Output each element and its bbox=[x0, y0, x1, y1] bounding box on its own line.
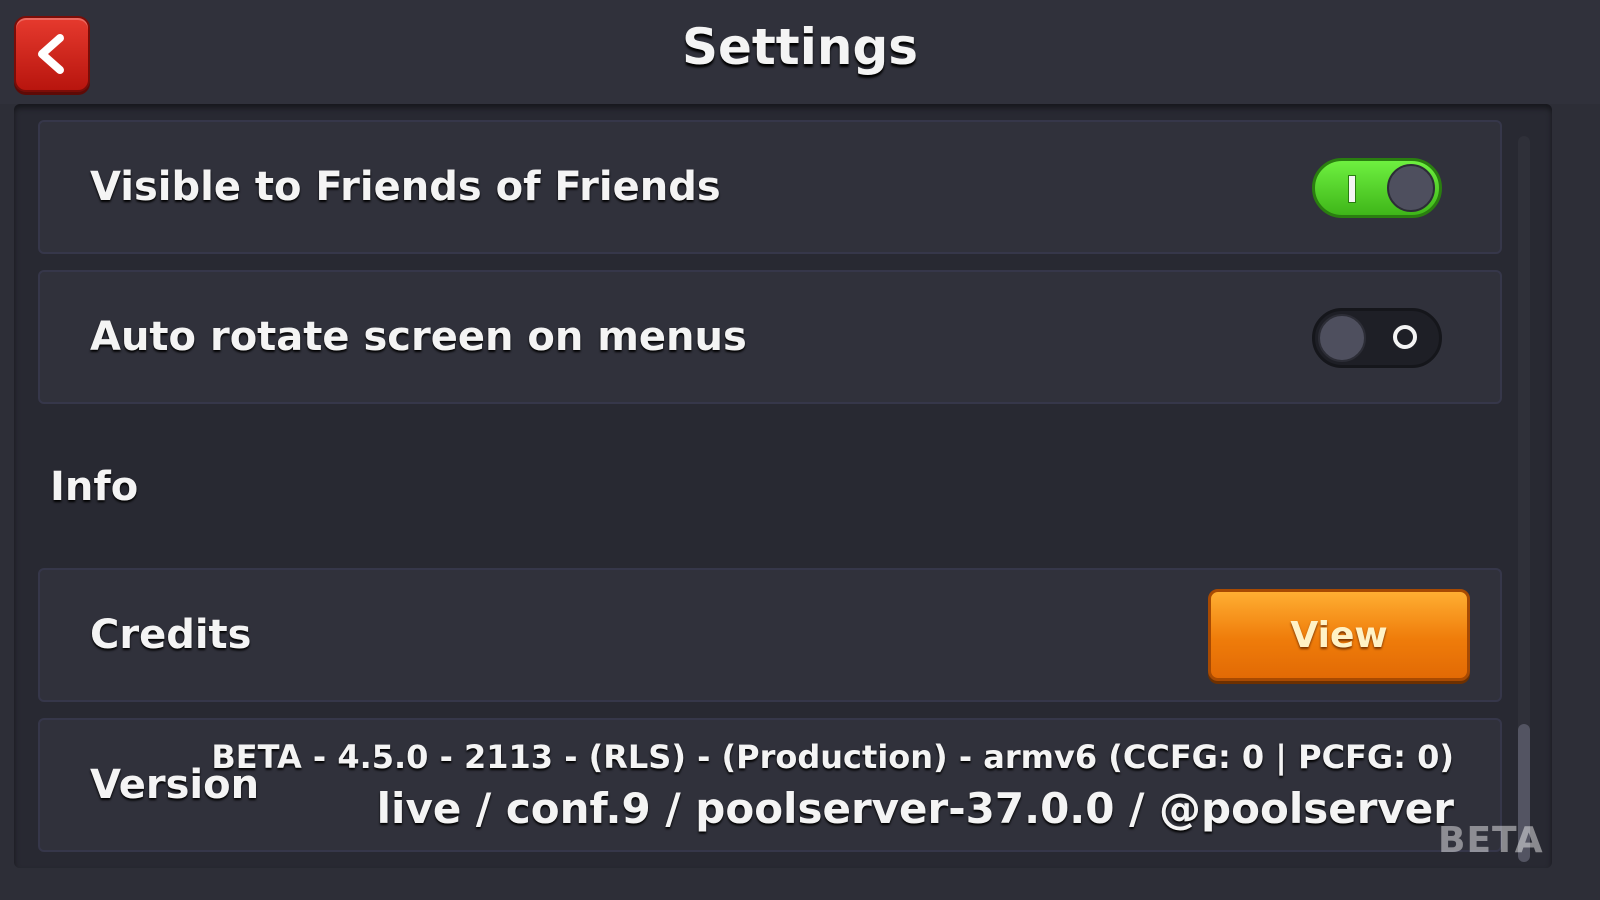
section-title-info: Info bbox=[50, 464, 139, 510]
setting-label-friends-of-friends: Visible to Friends of Friends bbox=[90, 164, 721, 210]
credits-view-button[interactable]: View bbox=[1208, 589, 1470, 681]
setting-row-auto-rotate: Auto rotate screen on menus bbox=[38, 270, 1502, 404]
version-server-info: live / conf.9 / poolserver-37.0.0 / @poo… bbox=[376, 784, 1454, 833]
header-bar: Settings bbox=[0, 0, 1600, 104]
page-title: Settings bbox=[681, 18, 918, 76]
beta-watermark: BETA bbox=[1438, 820, 1544, 861]
setting-row-friends-of-friends: Visible to Friends of Friends bbox=[38, 120, 1502, 254]
friends-of-friends-toggle[interactable] bbox=[1312, 158, 1442, 218]
setting-label-auto-rotate: Auto rotate screen on menus bbox=[90, 314, 747, 360]
version-build-info: BETA - 4.5.0 - 2113 - (RLS) - (Productio… bbox=[211, 738, 1454, 776]
auto-rotate-toggle[interactable] bbox=[1312, 308, 1442, 368]
toggle-knob bbox=[1318, 314, 1366, 362]
credits-label: Credits bbox=[90, 612, 252, 658]
toggle-knob bbox=[1387, 164, 1435, 212]
toggle-on-icon bbox=[1348, 175, 1356, 203]
toggle-off-icon bbox=[1393, 325, 1417, 349]
